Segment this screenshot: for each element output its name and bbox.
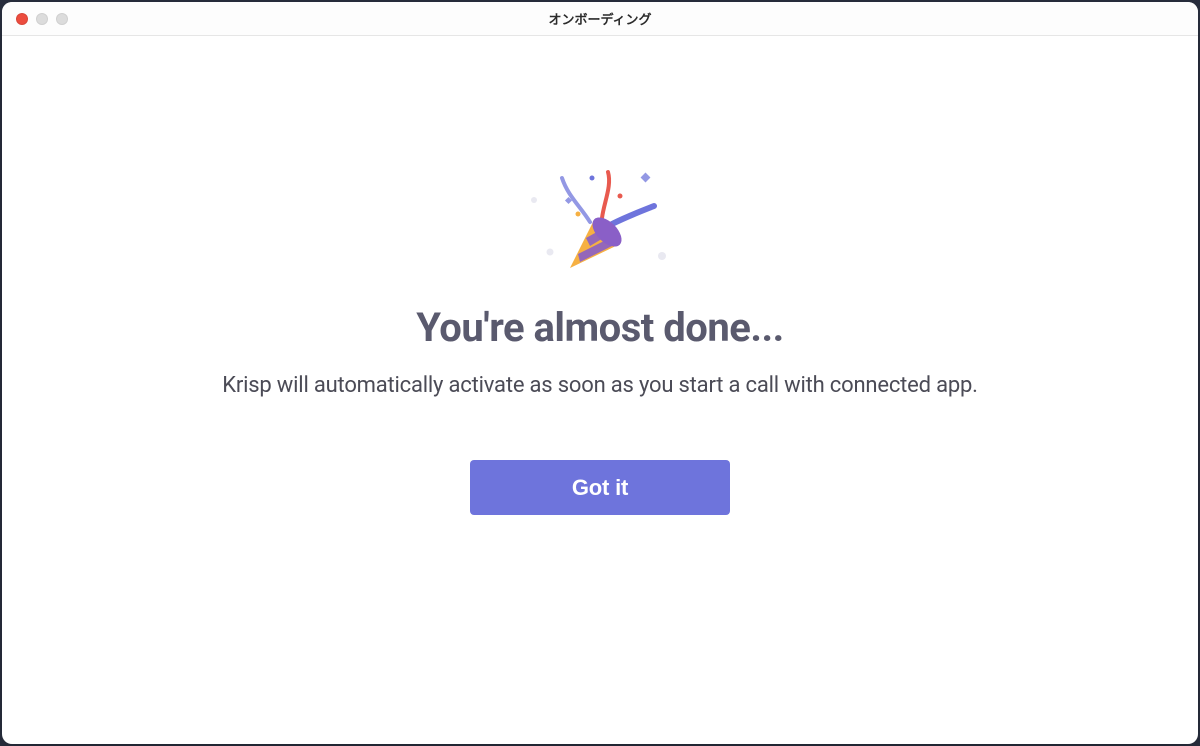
window-title: オンボーディング — [2, 9, 1198, 28]
maximize-icon[interactable] — [56, 13, 68, 25]
titlebar[interactable]: オンボーディング — [2, 2, 1198, 36]
window-controls — [16, 13, 68, 25]
close-icon[interactable] — [16, 13, 28, 25]
onboarding-subtext: Krisp will automatically activate as soo… — [222, 373, 978, 398]
onboarding-heading: You're almost done... — [416, 304, 783, 351]
got-it-button[interactable]: Got it — [470, 460, 730, 515]
party-popper-icon — [520, 166, 680, 276]
app-window: オンボーディング — [2, 2, 1198, 744]
minimize-icon[interactable] — [36, 13, 48, 25]
onboarding-content: You're almost done... Krisp will automat… — [2, 36, 1198, 744]
